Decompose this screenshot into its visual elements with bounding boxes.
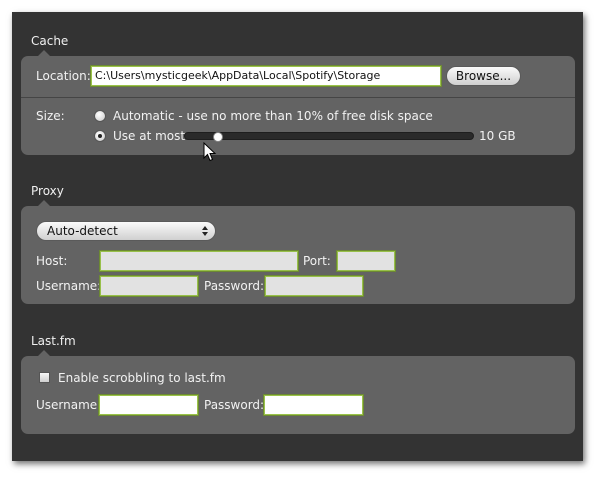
up-down-arrows-icon bbox=[202, 226, 208, 236]
proxy-mode-value: Auto-detect bbox=[47, 224, 118, 238]
location-field[interactable]: C:\Users\mysticgeek\AppData\Local\Spotif… bbox=[90, 65, 442, 87]
radio-automatic-label: Automatic - use no more than 10% of free… bbox=[113, 109, 433, 123]
lastfm-panel: Enable scrobbling to last.fm Username: P… bbox=[21, 356, 575, 434]
scrobble-label: Enable scrobbling to last.fm bbox=[58, 371, 226, 385]
lastfm-password-field[interactable] bbox=[263, 394, 364, 416]
scrobble-checkbox[interactable] bbox=[39, 372, 50, 383]
arrow-cursor-icon bbox=[203, 142, 217, 162]
radio-automatic[interactable] bbox=[94, 110, 106, 122]
proxy-username-label: Username: bbox=[36, 279, 102, 293]
proxy-section-title: Proxy bbox=[31, 184, 64, 198]
host-label: Host: bbox=[36, 254, 68, 268]
proxy-username-field[interactable] bbox=[99, 275, 199, 297]
proxy-password-label: Password: bbox=[204, 279, 265, 293]
cache-divider bbox=[21, 97, 575, 98]
cache-size-slider-thumb[interactable] bbox=[213, 132, 223, 142]
location-label: Location: bbox=[36, 69, 91, 83]
lastfm-username-field[interactable] bbox=[98, 394, 199, 416]
size-label: Size: bbox=[36, 109, 65, 123]
host-field[interactable] bbox=[99, 250, 299, 272]
cache-size-slider[interactable] bbox=[184, 132, 474, 142]
proxy-panel: Auto-detect Host: Port: Username: Passwo… bbox=[21, 206, 575, 304]
proxy-password-field[interactable] bbox=[264, 275, 364, 297]
lastfm-section-title: Last.fm bbox=[31, 334, 76, 348]
lastfm-username-label: Username: bbox=[36, 398, 102, 412]
port-label: Port: bbox=[303, 254, 331, 268]
radio-use-at-most[interactable] bbox=[94, 130, 106, 142]
cache-panel: Location: C:\Users\mysticgeek\AppData\Lo… bbox=[21, 56, 575, 155]
preferences-window: Cache Location: C:\Users\mysticgeek\AppD… bbox=[12, 12, 583, 461]
cache-section-title: Cache bbox=[31, 34, 69, 48]
size-value: 10 GB bbox=[479, 129, 516, 143]
browse-button[interactable]: Browse... bbox=[446, 66, 521, 86]
radio-selected-dot bbox=[98, 134, 102, 138]
proxy-mode-select[interactable]: Auto-detect bbox=[36, 221, 216, 241]
port-field[interactable] bbox=[336, 250, 396, 272]
lastfm-password-label: Password: bbox=[204, 398, 265, 412]
radio-use-at-most-label: Use at most bbox=[113, 129, 186, 143]
